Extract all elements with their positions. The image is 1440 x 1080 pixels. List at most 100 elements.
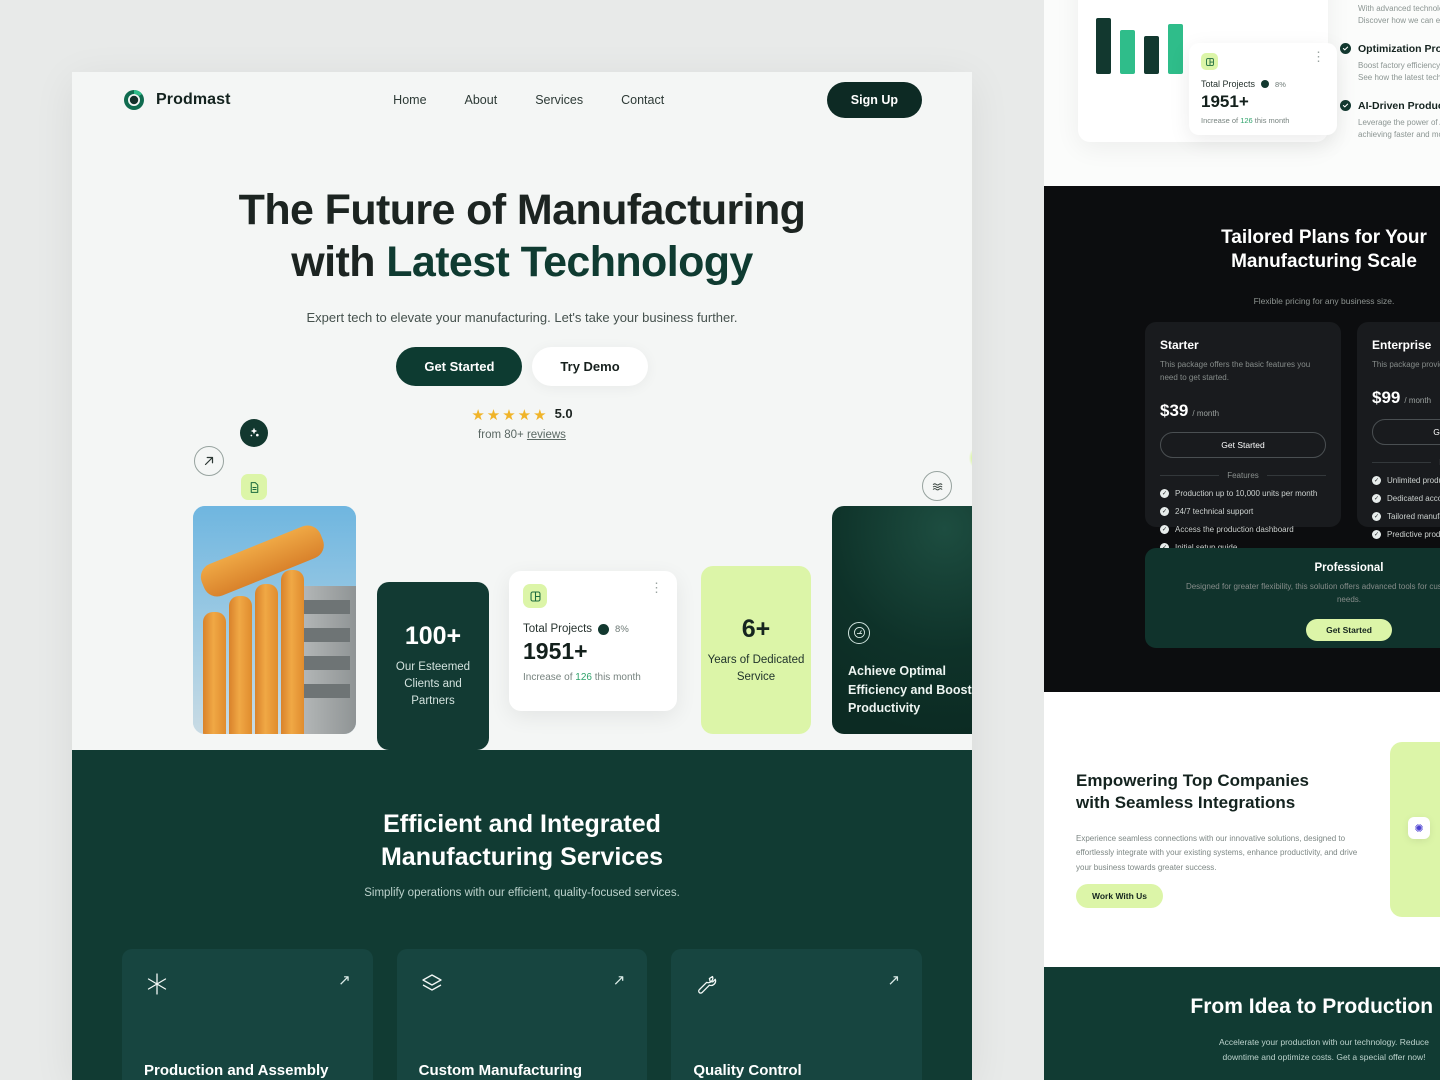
plan-price: $99 <box>1372 387 1401 407</box>
feature-desc-line2: See how the latest technolog <box>1358 73 1440 83</box>
brand[interactable]: Prodmast <box>122 88 231 112</box>
chart-bar <box>1168 24 1183 74</box>
cta-title: From Idea to Production in <box>1190 995 1440 1018</box>
service-card-quality[interactable]: ↗ Quality Control Procedures and systems… <box>671 949 923 1080</box>
sign-up-button[interactable]: Sign Up <box>826 82 922 118</box>
plan-feature: Unlimited production <box>1372 475 1440 485</box>
pricing-card-enterprise: Enterprise This package provides feature… <box>1357 322 1440 539</box>
hero-subtitle: Expert tech to elevate your manufacturin… <box>306 310 738 326</box>
chart-bar <box>1120 30 1135 74</box>
plan-desc: This package provides features. <box>1372 360 1440 369</box>
bottom-cta-section: From Idea to Production in Accelerate yo… <box>1044 967 1440 1080</box>
check-icon <box>1160 524 1169 534</box>
sparkle-icon <box>240 419 268 447</box>
factory-photo <box>193 506 356 734</box>
integrations-graphic: ✺ ◆ ▲ <box>1390 742 1440 917</box>
plan-period: / month <box>1192 408 1220 418</box>
feature-desc-line1: Boost factory efficiency and <box>1358 60 1440 70</box>
integrations-desc: Experience seamless connections with our… <box>1076 834 1358 872</box>
get-started-button[interactable]: Get Started <box>396 347 523 387</box>
pricing-title-line1: Tailored Plans for Your <box>1221 227 1427 248</box>
try-demo-button[interactable]: Try Demo <box>532 347 648 387</box>
pricing-title-line2: Manufacturing Scale <box>1231 251 1417 273</box>
plan-feature-text: Production up to 10,000 units per month <box>1175 488 1318 498</box>
hero-title-line2-plain: with <box>291 238 387 287</box>
plan-feature-text: Predictive production <box>1387 529 1440 539</box>
nav-item-about[interactable]: About <box>465 93 498 107</box>
prodmast-logo-icon <box>122 88 146 112</box>
services-section: Efficient and Integrated Manufacturing S… <box>72 750 972 1080</box>
more-options-icon[interactable]: ⋮ <box>650 581 663 594</box>
service-name: Production and Assembly <box>144 1061 329 1079</box>
arrow-up-right-icon[interactable]: ↗ <box>887 971 900 989</box>
features-label: Features <box>1227 470 1259 480</box>
feature-desc-line1: Leverage the power of AI to t <box>1358 117 1440 127</box>
floating-arrow-chip <box>194 446 224 476</box>
service-name: Quality Control <box>693 1061 802 1079</box>
more-options-icon[interactable]: ⋮ <box>1312 50 1325 63</box>
widget-footer: Increase of 126 this month <box>523 672 663 683</box>
arrow-up-right-icon[interactable]: ↗ <box>613 971 626 989</box>
pricing-section: Tailored Plans for Your Manufacturing Sc… <box>1044 186 1440 692</box>
chart-bar <box>1096 18 1111 74</box>
services-title-line2: Manufacturing Services <box>380 842 664 871</box>
pricing-title: Tailored Plans for Your Manufacturing Sc… <box>1044 226 1440 275</box>
pricing-card-professional: Professional Designed for greater flexib… <box>1145 548 1440 648</box>
plan-feature-text: Access the production dashboard <box>1175 524 1294 534</box>
plan-feature: Dedicated account <box>1372 493 1440 503</box>
integration-node-icon: ✺ <box>1408 817 1430 839</box>
hero-title-line2-accent: Latest Technology <box>386 238 753 287</box>
check-circle-icon <box>1340 100 1351 112</box>
dashboard-strip: In Progress 13% Rejected 11% <box>1044 0 1440 186</box>
plan-feature: 24/7 technical support <box>1160 506 1326 516</box>
efficiency-card: Achieve Optimal Efficiency and Boost Pro… <box>832 506 972 734</box>
services-title-line1: Efficient and Integrated <box>383 810 661 838</box>
service-card-custom[interactable]: ↗ Custom Manufacturing Custom product cr… <box>396 949 648 1080</box>
plan-name: Professional <box>1314 562 1384 574</box>
reviews-link[interactable]: reviews <box>527 429 566 441</box>
feature-item: Boosting Quality with With advanced tech… <box>1340 0 1440 28</box>
secondary-page-preview: In Progress 13% Rejected 11% <box>1044 0 1440 1080</box>
rating-value: 5.0 <box>554 406 573 422</box>
plan-cta-button[interactable]: Get Started <box>1372 418 1440 445</box>
cta-desc: Accelerate your production with our tech… <box>1044 1035 1440 1066</box>
check-circle-icon <box>1340 43 1351 55</box>
hero-cards-row: 100+ Our Esteemed Clients and Partners ⋮… <box>72 506 972 750</box>
rating-prefix: from 80+ <box>478 429 527 442</box>
trend-badge-icon <box>1261 80 1270 88</box>
plan-desc: This package offers the basic features y… <box>1160 360 1311 382</box>
years-stat-value: 6+ <box>741 614 771 643</box>
plan-period: / month <box>1404 395 1432 405</box>
widget-label: Total Projects <box>523 623 593 635</box>
plan-feature: Production up to 10,000 units per month <box>1160 488 1326 498</box>
plan-price: $39 <box>1160 400 1189 420</box>
nav-item-services[interactable]: Services <box>535 93 583 107</box>
plan-feature: Access the production dashboard <box>1160 524 1326 534</box>
cta-desc-line1: Accelerate your production with our tech… <box>1218 1037 1430 1047</box>
feature-desc-line2: Discover how we can enhan <box>1358 16 1440 26</box>
landing-page-preview: Prodmast Home About Services Contact Sig… <box>72 72 972 1080</box>
widget-footer-suffix: this month <box>1252 116 1290 125</box>
feature-title: AI-Driven Production <box>1358 99 1440 112</box>
plan-cta-button[interactable]: Get Started <box>1160 431 1326 458</box>
integrations-section: Empowering Top Companies with Seamless I… <box>1044 692 1440 967</box>
service-name: Custom Manufacturing <box>418 1061 583 1079</box>
clients-stat-value: 100+ <box>404 622 462 651</box>
feature-item: Optimization Producti Boost factory effi… <box>1340 43 1440 85</box>
plan-cta-button[interactable]: Get Started <box>1306 618 1392 641</box>
clients-stat-label: Our Esteemed Clients and Partners <box>395 661 471 707</box>
pricing-card-starter: Starter This package offers the basic fe… <box>1145 322 1341 552</box>
floating-chart-chip <box>969 445 972 471</box>
check-icon <box>1372 529 1381 539</box>
nav-item-home[interactable]: Home <box>393 93 426 107</box>
nav-item-contact[interactable]: Contact <box>621 93 664 107</box>
years-stat-label: Years of Dedicated Service <box>707 653 805 683</box>
arrow-up-right-icon[interactable]: ↗ <box>338 971 351 989</box>
service-card-production[interactable]: ↗ Production and Assembly Details on pro… <box>122 949 373 1080</box>
work-with-us-button[interactable]: Work With Us <box>1076 884 1164 908</box>
brand-name: Prodmast <box>156 91 231 108</box>
features-divider: Features <box>1372 458 1440 467</box>
plan-name: Starter <box>1160 338 1199 352</box>
plan-feature-text: Dedicated account <box>1387 493 1440 503</box>
services-subtitle: Simplify operations with our efficient, … <box>364 887 680 899</box>
